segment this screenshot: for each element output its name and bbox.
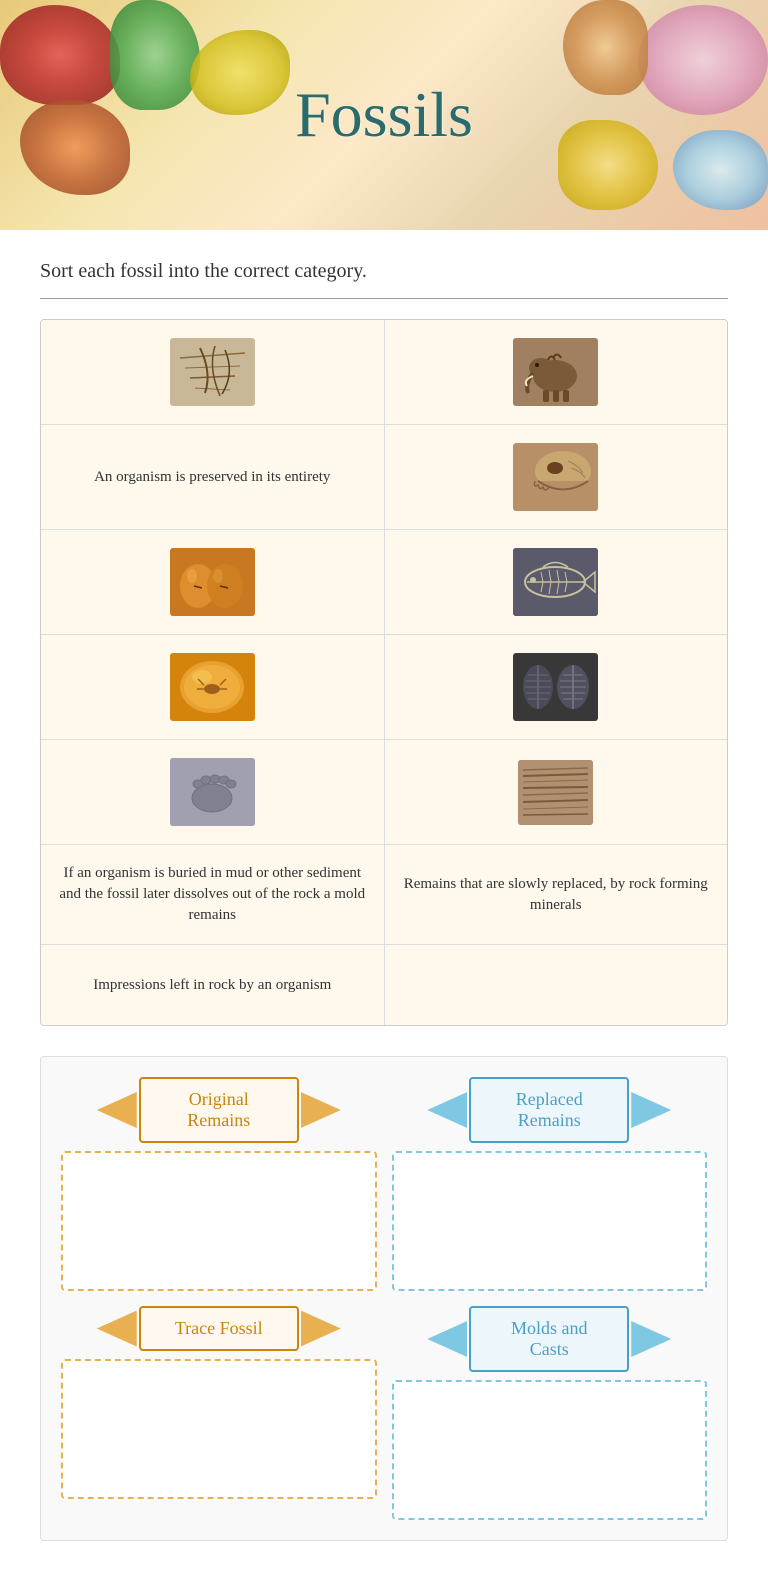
dinosaur-skull-image bbox=[513, 443, 598, 511]
amber-insect-image bbox=[170, 653, 255, 721]
category-original-remains: OriginalRemains bbox=[61, 1077, 377, 1291]
cell-7-1[interactable]: Impressions left in rock by an organism bbox=[41, 945, 385, 1025]
trace-fossil-label: Trace Fossil bbox=[139, 1306, 299, 1351]
banner-left-wing bbox=[97, 1311, 137, 1347]
sort-row-6: If an organism is buried in mud or other… bbox=[41, 845, 727, 945]
sort-row-1 bbox=[41, 320, 727, 425]
sort-row-5 bbox=[41, 740, 727, 845]
main-content: Sort each fossil into the correct catego… bbox=[0, 230, 768, 1571]
trilobites-image bbox=[513, 653, 598, 721]
sort-grid: An organism is preserved in its entirety bbox=[40, 319, 728, 1026]
banner-right-wing bbox=[301, 1311, 341, 1347]
cell-6-2[interactable]: Remains that are slowly replaced, by roc… bbox=[385, 845, 728, 944]
cell-6-1[interactable]: If an organism is buried in mud or other… bbox=[41, 845, 385, 944]
original-remains-drop-zone[interactable] bbox=[61, 1151, 377, 1291]
replaced-remains-banner: ReplacedRemains bbox=[449, 1077, 649, 1143]
cell-4-1[interactable] bbox=[41, 635, 385, 739]
trace-fossil-drop-zone[interactable] bbox=[61, 1359, 377, 1499]
bark-fossil-image bbox=[518, 760, 593, 825]
banner-right-wing bbox=[301, 1092, 341, 1128]
replaced-remains-drop-zone[interactable] bbox=[392, 1151, 708, 1291]
cell-7-2 bbox=[385, 945, 728, 1025]
cell-5-1[interactable] bbox=[41, 740, 385, 844]
cell-1-2[interactable] bbox=[385, 320, 728, 424]
banner-left-wing bbox=[97, 1092, 137, 1128]
cell-4-2[interactable] bbox=[385, 635, 728, 739]
shell-decoration-7 bbox=[563, 0, 648, 95]
cell-5-2[interactable] bbox=[385, 740, 728, 844]
sort-instruction: Sort each fossil into the correct catego… bbox=[40, 260, 728, 299]
shell-decoration-5 bbox=[638, 5, 768, 115]
banner-right-wing bbox=[631, 1321, 671, 1357]
original-remains-banner: OriginalRemains bbox=[119, 1077, 319, 1143]
shell-decoration-3 bbox=[190, 30, 290, 115]
category-molds-and-casts: Molds andCasts bbox=[392, 1306, 708, 1520]
page-title: Fossils bbox=[295, 78, 473, 152]
cell-3-1[interactable] bbox=[41, 530, 385, 634]
banner-left-wing bbox=[427, 1321, 467, 1357]
categories-section: OriginalRemains ReplacedRemains Trace bbox=[40, 1056, 728, 1541]
category-replaced-remains: ReplacedRemains bbox=[392, 1077, 708, 1291]
sort-row-4 bbox=[41, 635, 727, 740]
cell-2-2[interactable] bbox=[385, 425, 728, 529]
original-remains-label: OriginalRemains bbox=[139, 1077, 299, 1143]
sort-row-2: An organism is preserved in its entirety bbox=[41, 425, 727, 530]
replaced-remains-label: ReplacedRemains bbox=[469, 1077, 629, 1143]
shell-decoration-2 bbox=[110, 0, 200, 110]
cell-3-2[interactable] bbox=[385, 530, 728, 634]
molds-and-casts-label: Molds andCasts bbox=[469, 1306, 629, 1372]
category-trace-fossil: Trace Fossil bbox=[61, 1306, 377, 1520]
banner-right-wing bbox=[631, 1092, 671, 1128]
molds-and-casts-drop-zone[interactable] bbox=[392, 1380, 708, 1520]
mammoth-image bbox=[513, 338, 598, 406]
footprint-image bbox=[170, 758, 255, 826]
sort-row-3 bbox=[41, 530, 727, 635]
fossil-traces-image bbox=[170, 338, 255, 406]
amber-pair-image bbox=[170, 548, 255, 616]
shell-decoration-4 bbox=[20, 100, 130, 195]
shell-decoration-6 bbox=[558, 120, 658, 210]
banner-left-wing bbox=[427, 1092, 467, 1128]
cell-2-1[interactable]: An organism is preserved in its entirety bbox=[41, 425, 385, 529]
shell-decoration-1 bbox=[0, 5, 120, 105]
sort-row-7: Impressions left in rock by an organism bbox=[41, 945, 727, 1025]
shell-decoration-8 bbox=[673, 130, 768, 210]
page-header: Fossils bbox=[0, 0, 768, 230]
molds-and-casts-banner: Molds andCasts bbox=[449, 1306, 649, 1372]
categories-grid: OriginalRemains ReplacedRemains Trace bbox=[61, 1077, 707, 1520]
fish-fossil-image bbox=[513, 548, 598, 616]
trace-fossil-banner: Trace Fossil bbox=[119, 1306, 319, 1351]
cell-1-1[interactable] bbox=[41, 320, 385, 424]
